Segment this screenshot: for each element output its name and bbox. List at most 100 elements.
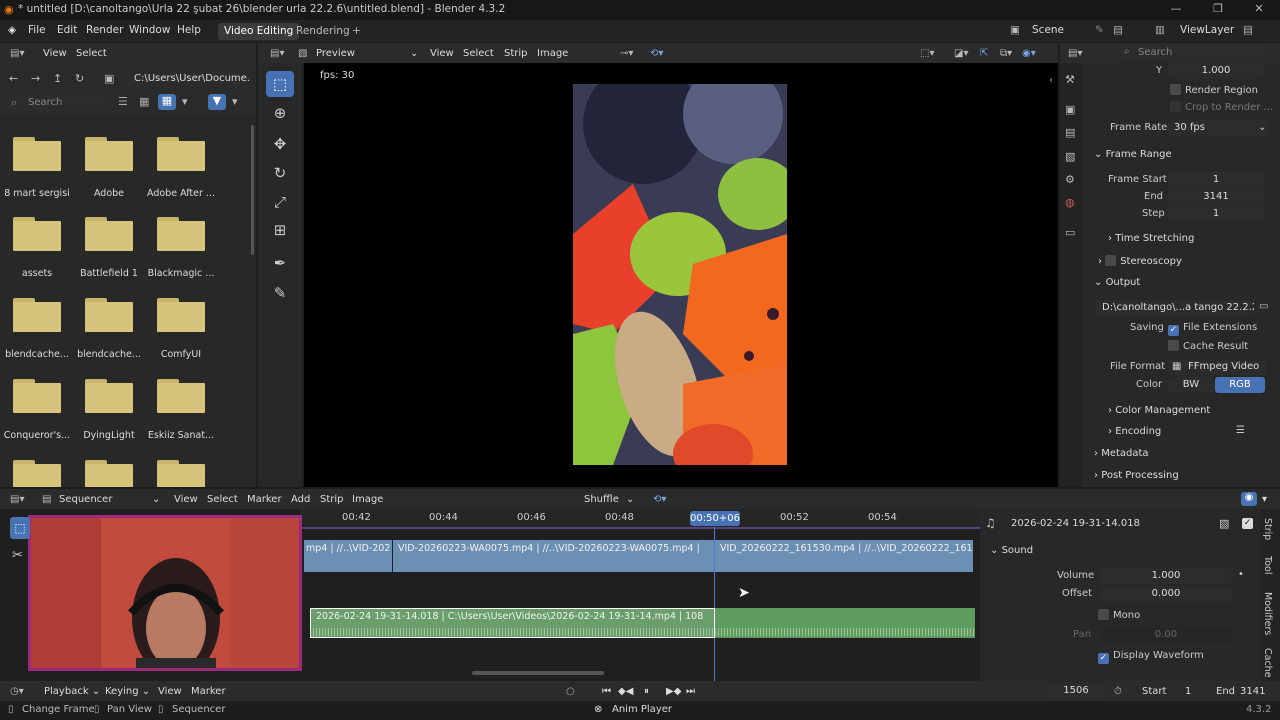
color-bw-button[interactable]: BW bbox=[1168, 377, 1214, 393]
seq-menu-view[interactable]: View bbox=[174, 494, 198, 505]
world-tab-icon[interactable]: ◍ bbox=[1065, 196, 1075, 209]
folder-icon[interactable] bbox=[85, 460, 133, 487]
editor-type-icon[interactable]: ▤▾ bbox=[10, 48, 24, 59]
maximize-button[interactable]: ❐ bbox=[1208, 2, 1228, 18]
refresh-icon[interactable]: ↻ bbox=[75, 72, 84, 85]
encoding-panel[interactable]: › Encoding bbox=[1108, 426, 1161, 437]
select-tool-icon[interactable]: ⬚ bbox=[10, 517, 30, 539]
playback-menu[interactable]: Playback ⌄ bbox=[44, 686, 100, 697]
tab-video-editing[interactable]: Video Editing bbox=[218, 23, 300, 40]
frame-start-field[interactable]: 1 bbox=[1168, 172, 1264, 188]
frame-end-field[interactable]: 3141 bbox=[1168, 189, 1264, 205]
fb-scrollbar[interactable] bbox=[251, 125, 254, 255]
search-input[interactable]: Search bbox=[6, 95, 106, 111]
gizmo-icon[interactable]: ⬚▾ bbox=[920, 48, 934, 59]
current-frame-indicator[interactable]: 00:50+06 bbox=[690, 511, 740, 526]
jump-start-icon[interactable]: ⏮ bbox=[602, 686, 611, 697]
snap-icon[interactable]: ⟲▾ bbox=[650, 48, 663, 59]
overlay-dropdown-icon[interactable]: ▾ bbox=[1262, 494, 1267, 505]
folder-icon[interactable] bbox=[13, 137, 61, 171]
seq-menu-marker[interactable]: Marker bbox=[247, 494, 282, 505]
folder-name[interactable]: Adobe bbox=[73, 188, 145, 199]
gizmo-toggle-icon[interactable]: ◉▾ bbox=[1022, 48, 1036, 59]
folder-icon[interactable] bbox=[157, 379, 205, 413]
folder-name[interactable]: DyingLight bbox=[73, 430, 145, 441]
tab-strip[interactable]: Strip bbox=[1262, 518, 1273, 540]
back-arrow-icon[interactable]: ← bbox=[9, 72, 18, 85]
offset-field[interactable]: 0.000 bbox=[1100, 586, 1232, 602]
pause-icon[interactable]: ⏸ bbox=[644, 686, 649, 697]
display-dropdown-icon[interactable]: ▾ bbox=[182, 95, 188, 108]
folder-icon[interactable] bbox=[85, 217, 133, 251]
folder-icon[interactable] bbox=[85, 137, 133, 171]
blade-tool-icon[interactable]: ✂ bbox=[12, 548, 23, 563]
render-tab-icon[interactable]: ▣ bbox=[1065, 103, 1075, 116]
video-strip[interactable]: VID-20260223-WA0075.mp4 | //..\VID-20260… bbox=[393, 540, 714, 572]
mono-check[interactable]: Mono bbox=[1098, 609, 1140, 621]
strip-enabled-check[interactable]: ✓ bbox=[1242, 518, 1253, 529]
render-region-check[interactable]: Render Region bbox=[1170, 84, 1258, 96]
folder-icon[interactable] bbox=[13, 217, 61, 251]
preview-menu-select[interactable]: Select bbox=[463, 48, 494, 59]
volume-field[interactable]: 1.000 bbox=[1100, 568, 1232, 584]
list-view-icon[interactable]: ☰ bbox=[118, 95, 128, 108]
new-view-layer-icon[interactable]: ▤ bbox=[1243, 24, 1253, 36]
strip-name-field[interactable]: 2026-02-24 19-31-14.018 bbox=[1011, 518, 1140, 529]
display-waveform-check[interactable]: ✓ Display Waveform bbox=[1098, 650, 1204, 664]
add-workspace-button[interactable]: + bbox=[346, 23, 367, 40]
fb-menu-select[interactable]: Select bbox=[76, 48, 107, 59]
filter-dropdown-icon[interactable]: ▾ bbox=[232, 95, 238, 108]
view-layer-tab-icon[interactable]: ▧ bbox=[1065, 150, 1075, 163]
folder-name[interactable]: Eskiiz Sanat... bbox=[145, 430, 217, 441]
current-frame-field[interactable]: 1506 bbox=[1046, 683, 1106, 699]
menu-window[interactable]: Window bbox=[129, 24, 170, 36]
close-button[interactable]: ✕ bbox=[1249, 2, 1269, 18]
snap-icon[interactable]: ⟲▾ bbox=[653, 494, 666, 505]
preview-menu-image[interactable]: Image bbox=[537, 48, 568, 59]
folder-icon[interactable] bbox=[157, 460, 205, 487]
file-extensions-check[interactable]: ✓ File Extensions bbox=[1168, 322, 1257, 336]
sequencer-mode-dropdown[interactable]: Sequencer bbox=[59, 494, 112, 505]
frame-step-field[interactable]: 1 bbox=[1168, 206, 1264, 222]
sound-panel[interactable]: ⌄ Sound bbox=[990, 545, 1033, 556]
rotate-tool-icon[interactable]: ↻ bbox=[266, 160, 294, 186]
timeline-editor-icon[interactable]: ◷▾ bbox=[10, 686, 24, 697]
jump-key-forward-icon[interactable]: ▶◆ bbox=[666, 686, 681, 697]
move-tool-icon[interactable]: ✥ bbox=[266, 131, 294, 157]
properties-search-input[interactable]: Search bbox=[1120, 45, 1268, 61]
cancel-icon[interactable]: ⊗ bbox=[594, 704, 602, 715]
parent-dir-icon[interactable]: ↥ bbox=[53, 72, 62, 85]
path-field[interactable]: C:\Users\User\Docume... bbox=[126, 71, 250, 87]
horizontal-scrollbar[interactable] bbox=[472, 671, 604, 675]
frame-range-panel[interactable]: ⌄ Frame Range bbox=[1094, 149, 1172, 160]
presets-icon[interactable]: ☰ bbox=[1236, 425, 1245, 436]
post-processing-panel[interactable]: › Post Processing bbox=[1094, 470, 1179, 481]
editor-type-icon[interactable]: ▤▾ bbox=[1068, 48, 1082, 59]
crop-to-render-check[interactable]: Crop to Render ... bbox=[1170, 101, 1273, 113]
annotate-tool-icon[interactable]: ✎ bbox=[266, 280, 294, 306]
show-overlays-icon[interactable]: ⧉▾ bbox=[1000, 48, 1012, 59]
video-strip[interactable]: VID_20260222_161530.mp4 | //..\VID_20260… bbox=[715, 540, 973, 572]
jump-end-icon[interactable]: ⏭ bbox=[686, 686, 695, 697]
menu-edit[interactable]: Edit bbox=[57, 24, 77, 36]
stereoscopy-panel[interactable]: › Stereoscopy bbox=[1098, 255, 1182, 267]
seq-menu-image[interactable]: Image bbox=[352, 494, 383, 505]
collapse-arrow-icon[interactable]: ‹ bbox=[1049, 75, 1053, 86]
timeline-menu-view[interactable]: View bbox=[158, 686, 182, 697]
thumbnail-view-icon[interactable]: ▦ bbox=[139, 95, 149, 108]
menu-render[interactable]: Render bbox=[86, 24, 123, 36]
overlay-icon[interactable]: ◉ bbox=[1241, 492, 1257, 506]
folder-icon[interactable] bbox=[13, 460, 61, 487]
folder-name[interactable]: blendcache... bbox=[1, 349, 73, 360]
scale-tool-icon[interactable]: ⤢ bbox=[266, 189, 294, 215]
pin-icon[interactable]: ✎ bbox=[1095, 24, 1104, 36]
folder-name[interactable]: assets bbox=[1, 268, 73, 279]
video-strip[interactable]: mp4 | //..\VID-202 bbox=[304, 540, 392, 572]
pan-field[interactable]: 0.00 bbox=[1100, 627, 1232, 643]
tab-tool[interactable]: Tool bbox=[1262, 556, 1273, 574]
jump-key-back-icon[interactable]: ◆◀ bbox=[618, 686, 633, 697]
editor-type-icon[interactable]: ▤▾ bbox=[10, 494, 24, 505]
menu-file[interactable]: File bbox=[28, 24, 46, 36]
folder-name[interactable]: Blackmagic ... bbox=[145, 268, 217, 279]
cache-result-check[interactable]: Cache Result bbox=[1168, 340, 1248, 352]
